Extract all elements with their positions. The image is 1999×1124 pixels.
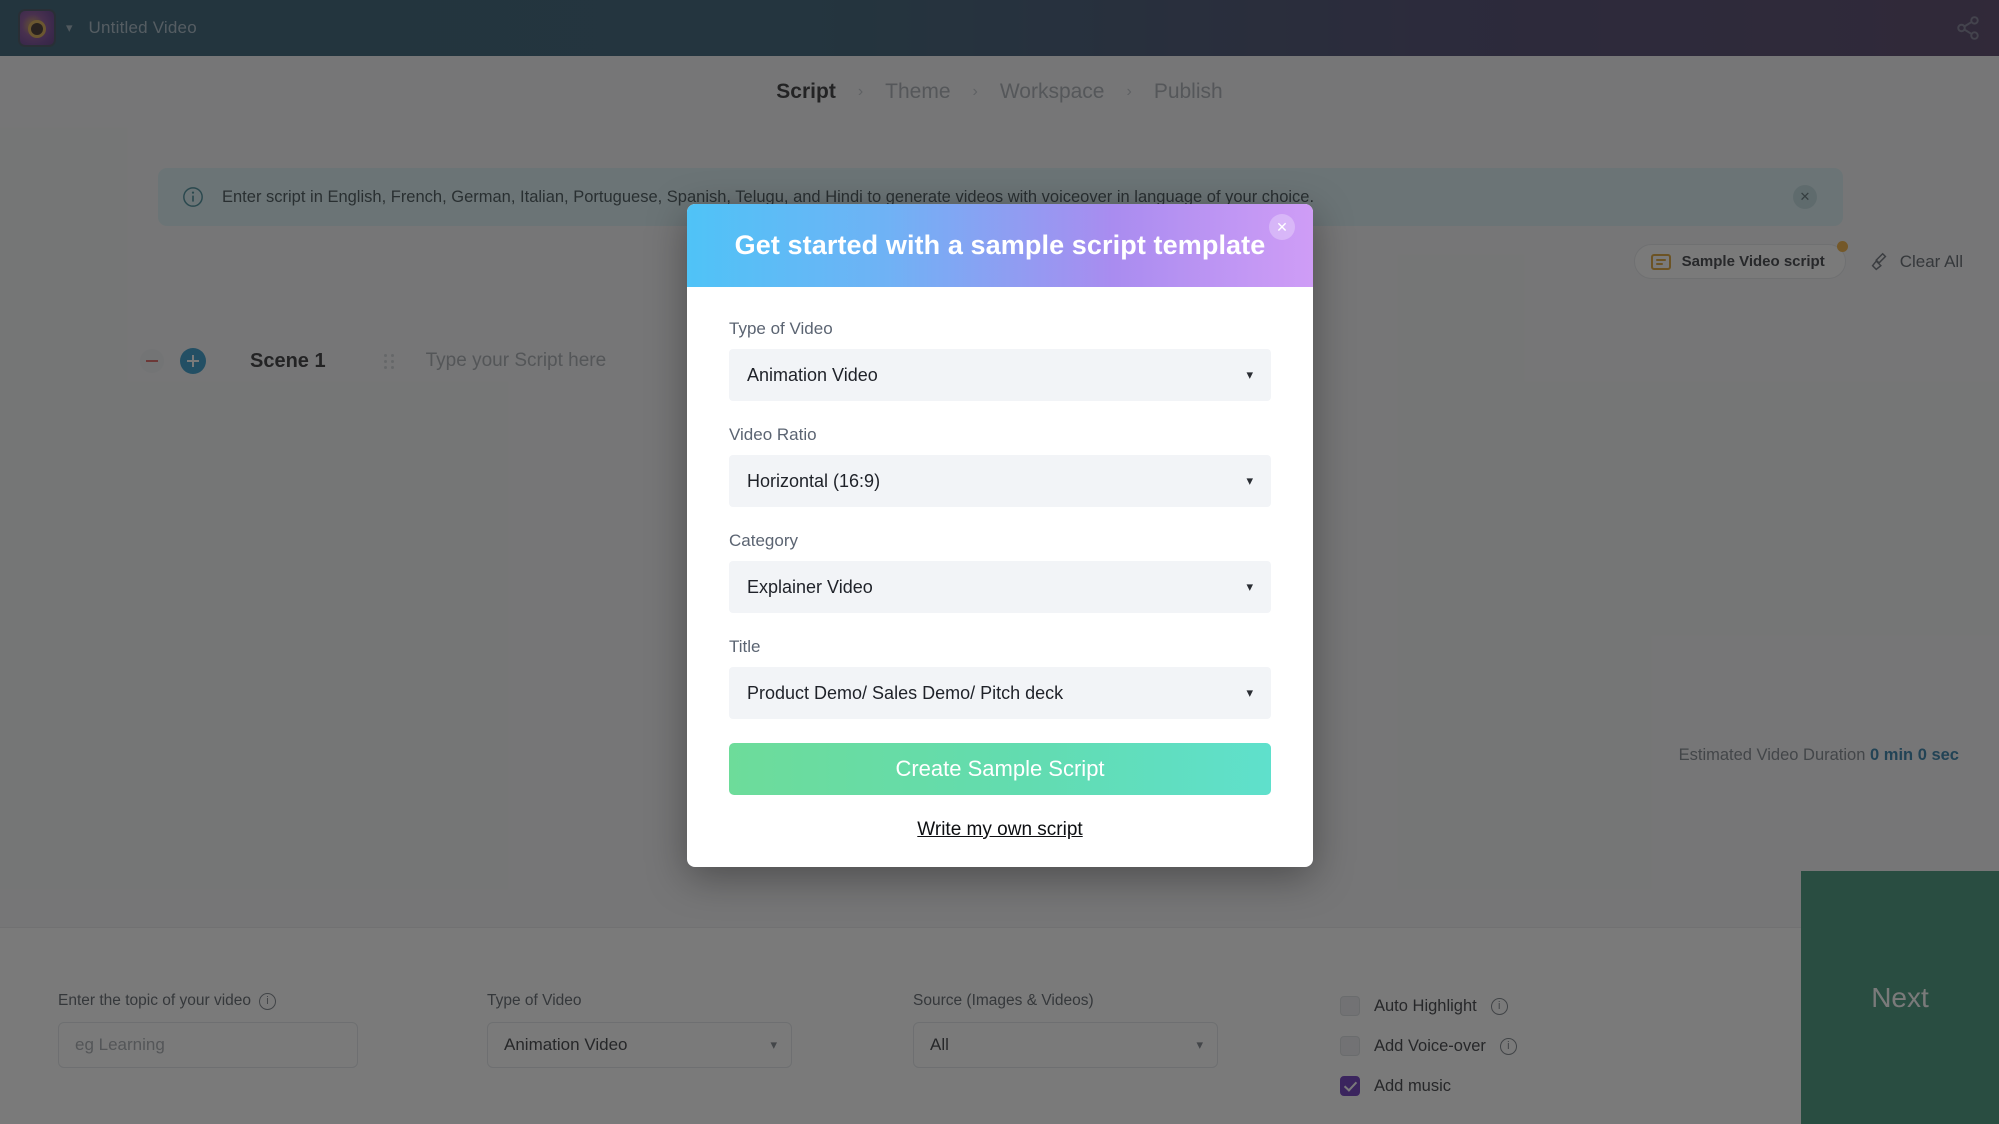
modal-title: Get started with a sample script templat… <box>734 230 1266 260</box>
modal-category-value: Explainer Video <box>747 576 873 597</box>
modal-title-value: Product Demo/ Sales Demo/ Pitch deck <box>747 682 1064 703</box>
modal-header: Get started with a sample script templat… <box>687 204 1313 287</box>
modal-title-select[interactable]: Product Demo/ Sales Demo/ Pitch deck ▾ <box>729 667 1271 719</box>
modal-title-label: Title <box>729 637 761 656</box>
write-my-own-script-link[interactable]: Write my own script <box>729 819 1271 841</box>
modal-video-ratio-select[interactable]: Horizontal (16:9) ▾ <box>729 455 1271 507</box>
modal-video-ratio-value: Horizontal (16:9) <box>747 470 881 491</box>
modal-category-select[interactable]: Explainer Video ▾ <box>729 561 1271 613</box>
chevron-down-icon: ▾ <box>1246 579 1253 594</box>
modal-close-icon[interactable]: ✕ <box>1269 214 1295 240</box>
create-sample-script-button[interactable]: Create Sample Script <box>729 743 1271 795</box>
application-root: ▾ Untitled Video Script › Theme › Worksp… <box>0 0 1999 1124</box>
chevron-down-icon: ▾ <box>1246 473 1253 488</box>
modal-category-label: Category <box>729 531 798 550</box>
modal-type-of-video-value: Animation Video <box>747 364 878 385</box>
modal-body: Type of Video Animation Video ▾ Video Ra… <box>687 287 1313 867</box>
chevron-down-icon: ▾ <box>1246 685 1253 700</box>
modal-type-of-video-select[interactable]: Animation Video ▾ <box>729 349 1271 401</box>
modal-type-of-video-label: Type of Video <box>729 319 833 338</box>
chevron-down-icon: ▾ <box>1246 367 1253 382</box>
modal-video-ratio-label: Video Ratio <box>729 425 817 444</box>
sample-script-modal: Get started with a sample script templat… <box>687 204 1313 867</box>
